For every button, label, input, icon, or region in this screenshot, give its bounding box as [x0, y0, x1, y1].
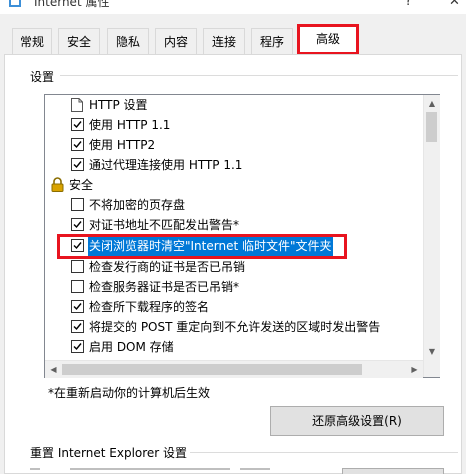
checkbox[interactable] — [71, 280, 84, 293]
setting-label: 使用 HTTP 1.1 — [89, 118, 171, 132]
category-label: HTTP 设置 — [89, 98, 148, 112]
window-title: Internet 属性 — [34, 0, 110, 9]
scroll-thumb[interactable] — [426, 112, 437, 142]
setting-label: 检查服务器证书是否已吊销* — [89, 280, 240, 294]
checkmark-icon — [73, 343, 82, 351]
checkbox[interactable] — [71, 158, 84, 171]
tab-general[interactable]: 常规 — [12, 28, 52, 54]
settings-group-divider — [60, 75, 458, 76]
document-icon — [71, 98, 83, 112]
checkmark-icon — [73, 323, 82, 331]
setting-label: 使用 HTTP2 — [89, 138, 156, 152]
checkmark-icon — [73, 121, 82, 129]
title-bar: Internet 属性 ? ✕ — [0, 0, 466, 14]
checkbox[interactable] — [71, 340, 84, 353]
setting-label: 启用 DOM 存储 — [89, 340, 174, 354]
scroll-down-icon[interactable]: ▼ — [424, 343, 440, 360]
scroll-left-icon[interactable]: ◀ — [45, 361, 62, 378]
scroll-up-icon[interactable]: ▲ — [424, 95, 440, 112]
tab-programs[interactable]: 程序 — [251, 28, 293, 54]
tab-advanced[interactable]: 高级 — [297, 24, 359, 55]
checkbox[interactable] — [71, 260, 84, 273]
checkbox[interactable] — [71, 138, 84, 151]
reset-group-divider — [190, 452, 458, 453]
checkmark-icon — [73, 242, 82, 250]
checkbox[interactable] — [71, 320, 84, 333]
tab-content[interactable]: 内容 — [155, 28, 197, 54]
settings-tree[interactable]: HTTP 设置 使用 HTTP 1.1 使用 HTTP2 通过代理连接使用 HT… — [44, 94, 440, 378]
reset-button-cutoff[interactable] — [342, 468, 444, 474]
vertical-scrollbar[interactable]: ▲ ▼ — [423, 95, 440, 377]
checkbox[interactable] — [71, 239, 84, 252]
setting-label: 将提交的 POST 重定向到不允许发送的区域时发出警告 — [89, 320, 381, 334]
setting-label: 检查所下载程序的签名 — [89, 300, 210, 314]
reset-group-label: 重置 Internet Explorer 设置 — [30, 446, 188, 460]
tab-strip: 常规 安全 隐私 内容 连接 程序 高级 — [0, 14, 466, 55]
setting-label: 对证书地址不匹配发出警告* — [89, 218, 240, 232]
restore-advanced-settings-button[interactable]: 还原高级设置(R) — [270, 406, 444, 436]
horizontal-scrollbar[interactable]: ◀ ▶ — [45, 360, 423, 378]
checkmark-icon — [73, 141, 82, 149]
checkmark-icon — [73, 221, 82, 229]
setting-label: 不将加密的页存盘 — [89, 198, 186, 212]
checkbox[interactable] — [71, 118, 84, 131]
checkmark-icon — [73, 303, 82, 311]
tab-connections[interactable]: 连接 — [203, 28, 245, 54]
scroll-thumb-horizontal[interactable] — [62, 364, 362, 375]
tab-privacy[interactable]: 隐私 — [107, 28, 149, 54]
lock-icon — [51, 177, 64, 192]
help-button[interactable]: ? — [405, 0, 412, 10]
checkbox[interactable] — [71, 218, 84, 231]
restart-note: *在重新启动你的计算机后生效 — [48, 386, 211, 400]
scroll-right-icon[interactable]: ▶ — [406, 361, 423, 378]
internet-options-icon — [9, 0, 21, 7]
setting-label: 关闭浏览器时清空"Internet 临时文件"文件夹 — [88, 236, 333, 256]
setting-label: 检查发行商的证书是否已吊销 — [89, 260, 246, 274]
close-button[interactable]: ✕ — [449, 0, 460, 10]
tab-security[interactable]: 安全 — [58, 28, 100, 54]
settings-group-label: 设置 — [30, 70, 55, 84]
category-label: 安全 — [69, 178, 94, 192]
checkbox[interactable] — [71, 198, 84, 211]
checkmark-icon — [73, 161, 82, 169]
checkbox[interactable] — [71, 300, 84, 313]
setting-label: 通过代理连接使用 HTTP 1.1 — [89, 158, 243, 172]
